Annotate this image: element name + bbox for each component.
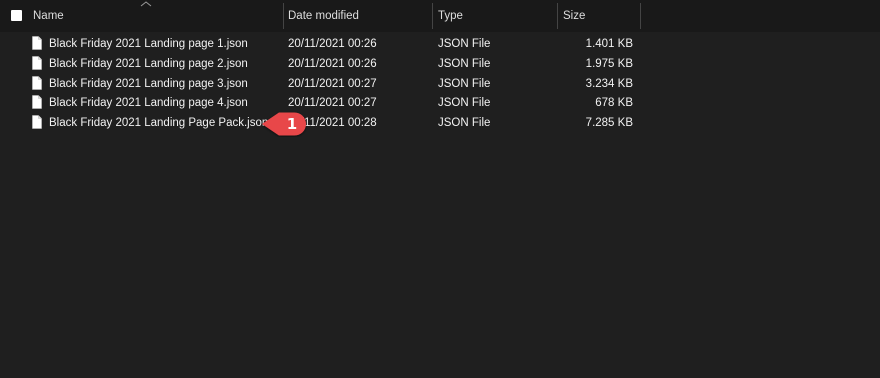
file-row[interactable]: Black Friday 2021 Landing page 3.json 20…	[0, 75, 880, 94]
file-type: JSON File	[438, 38, 491, 50]
file-size: 3.234 KB	[585, 78, 633, 90]
file-row[interactable]: Black Friday 2021 Landing Page Pack.json…	[0, 114, 880, 133]
file-type: JSON File	[438, 117, 491, 129]
file-date-modified: 20/11/2021 00:27	[288, 78, 377, 90]
column-divider[interactable]	[432, 3, 433, 29]
file-name: Black Friday 2021 Landing Page Pack.json	[49, 117, 269, 129]
file-size: 678 KB	[595, 97, 633, 109]
column-header-name[interactable]: Name	[33, 0, 64, 32]
file-name: Black Friday 2021 Landing page 1.json	[49, 38, 248, 50]
file-date-modified: 20/11/2021 00:26	[288, 58, 377, 70]
file-type: JSON File	[438, 97, 491, 109]
file-type: JSON File	[438, 78, 491, 90]
column-header-size[interactable]: Size	[563, 0, 585, 32]
file-row[interactable]: Black Friday 2021 Landing page 1.json 20…	[0, 35, 880, 54]
select-all-checkbox-icon[interactable]	[11, 10, 22, 21]
file-icon	[32, 76, 42, 90]
file-icon	[32, 95, 42, 109]
file-name: Black Friday 2021 Landing page 3.json	[49, 78, 248, 90]
file-type: JSON File	[438, 58, 491, 70]
file-icon	[32, 36, 42, 50]
sort-caret-icon	[140, 1, 152, 7]
file-name: Black Friday 2021 Landing page 2.json	[49, 58, 248, 70]
file-icon	[32, 56, 42, 70]
file-icon	[32, 115, 42, 129]
file-date-modified: 20/11/2021 00:26	[288, 38, 377, 50]
file-explorer: Name Date modified Type Size Black Frida…	[0, 0, 880, 378]
column-header-type[interactable]: Type	[438, 0, 463, 32]
file-name: Black Friday 2021 Landing page 4.json	[49, 97, 248, 109]
file-row[interactable]: Black Friday 2021 Landing page 4.json 20…	[0, 94, 880, 113]
column-divider[interactable]	[283, 3, 284, 29]
file-size: 7.285 KB	[585, 117, 633, 129]
column-divider[interactable]	[640, 3, 641, 29]
file-row[interactable]: Black Friday 2021 Landing page 2.json 20…	[0, 55, 880, 74]
column-divider[interactable]	[557, 3, 558, 29]
callout-number: 1	[286, 115, 298, 133]
file-size: 1.401 KB	[585, 38, 633, 50]
column-header-bar: Name Date modified Type Size	[0, 0, 880, 32]
column-header-date-modified[interactable]: Date modified	[288, 0, 359, 32]
file-size: 1.975 KB	[585, 58, 633, 70]
